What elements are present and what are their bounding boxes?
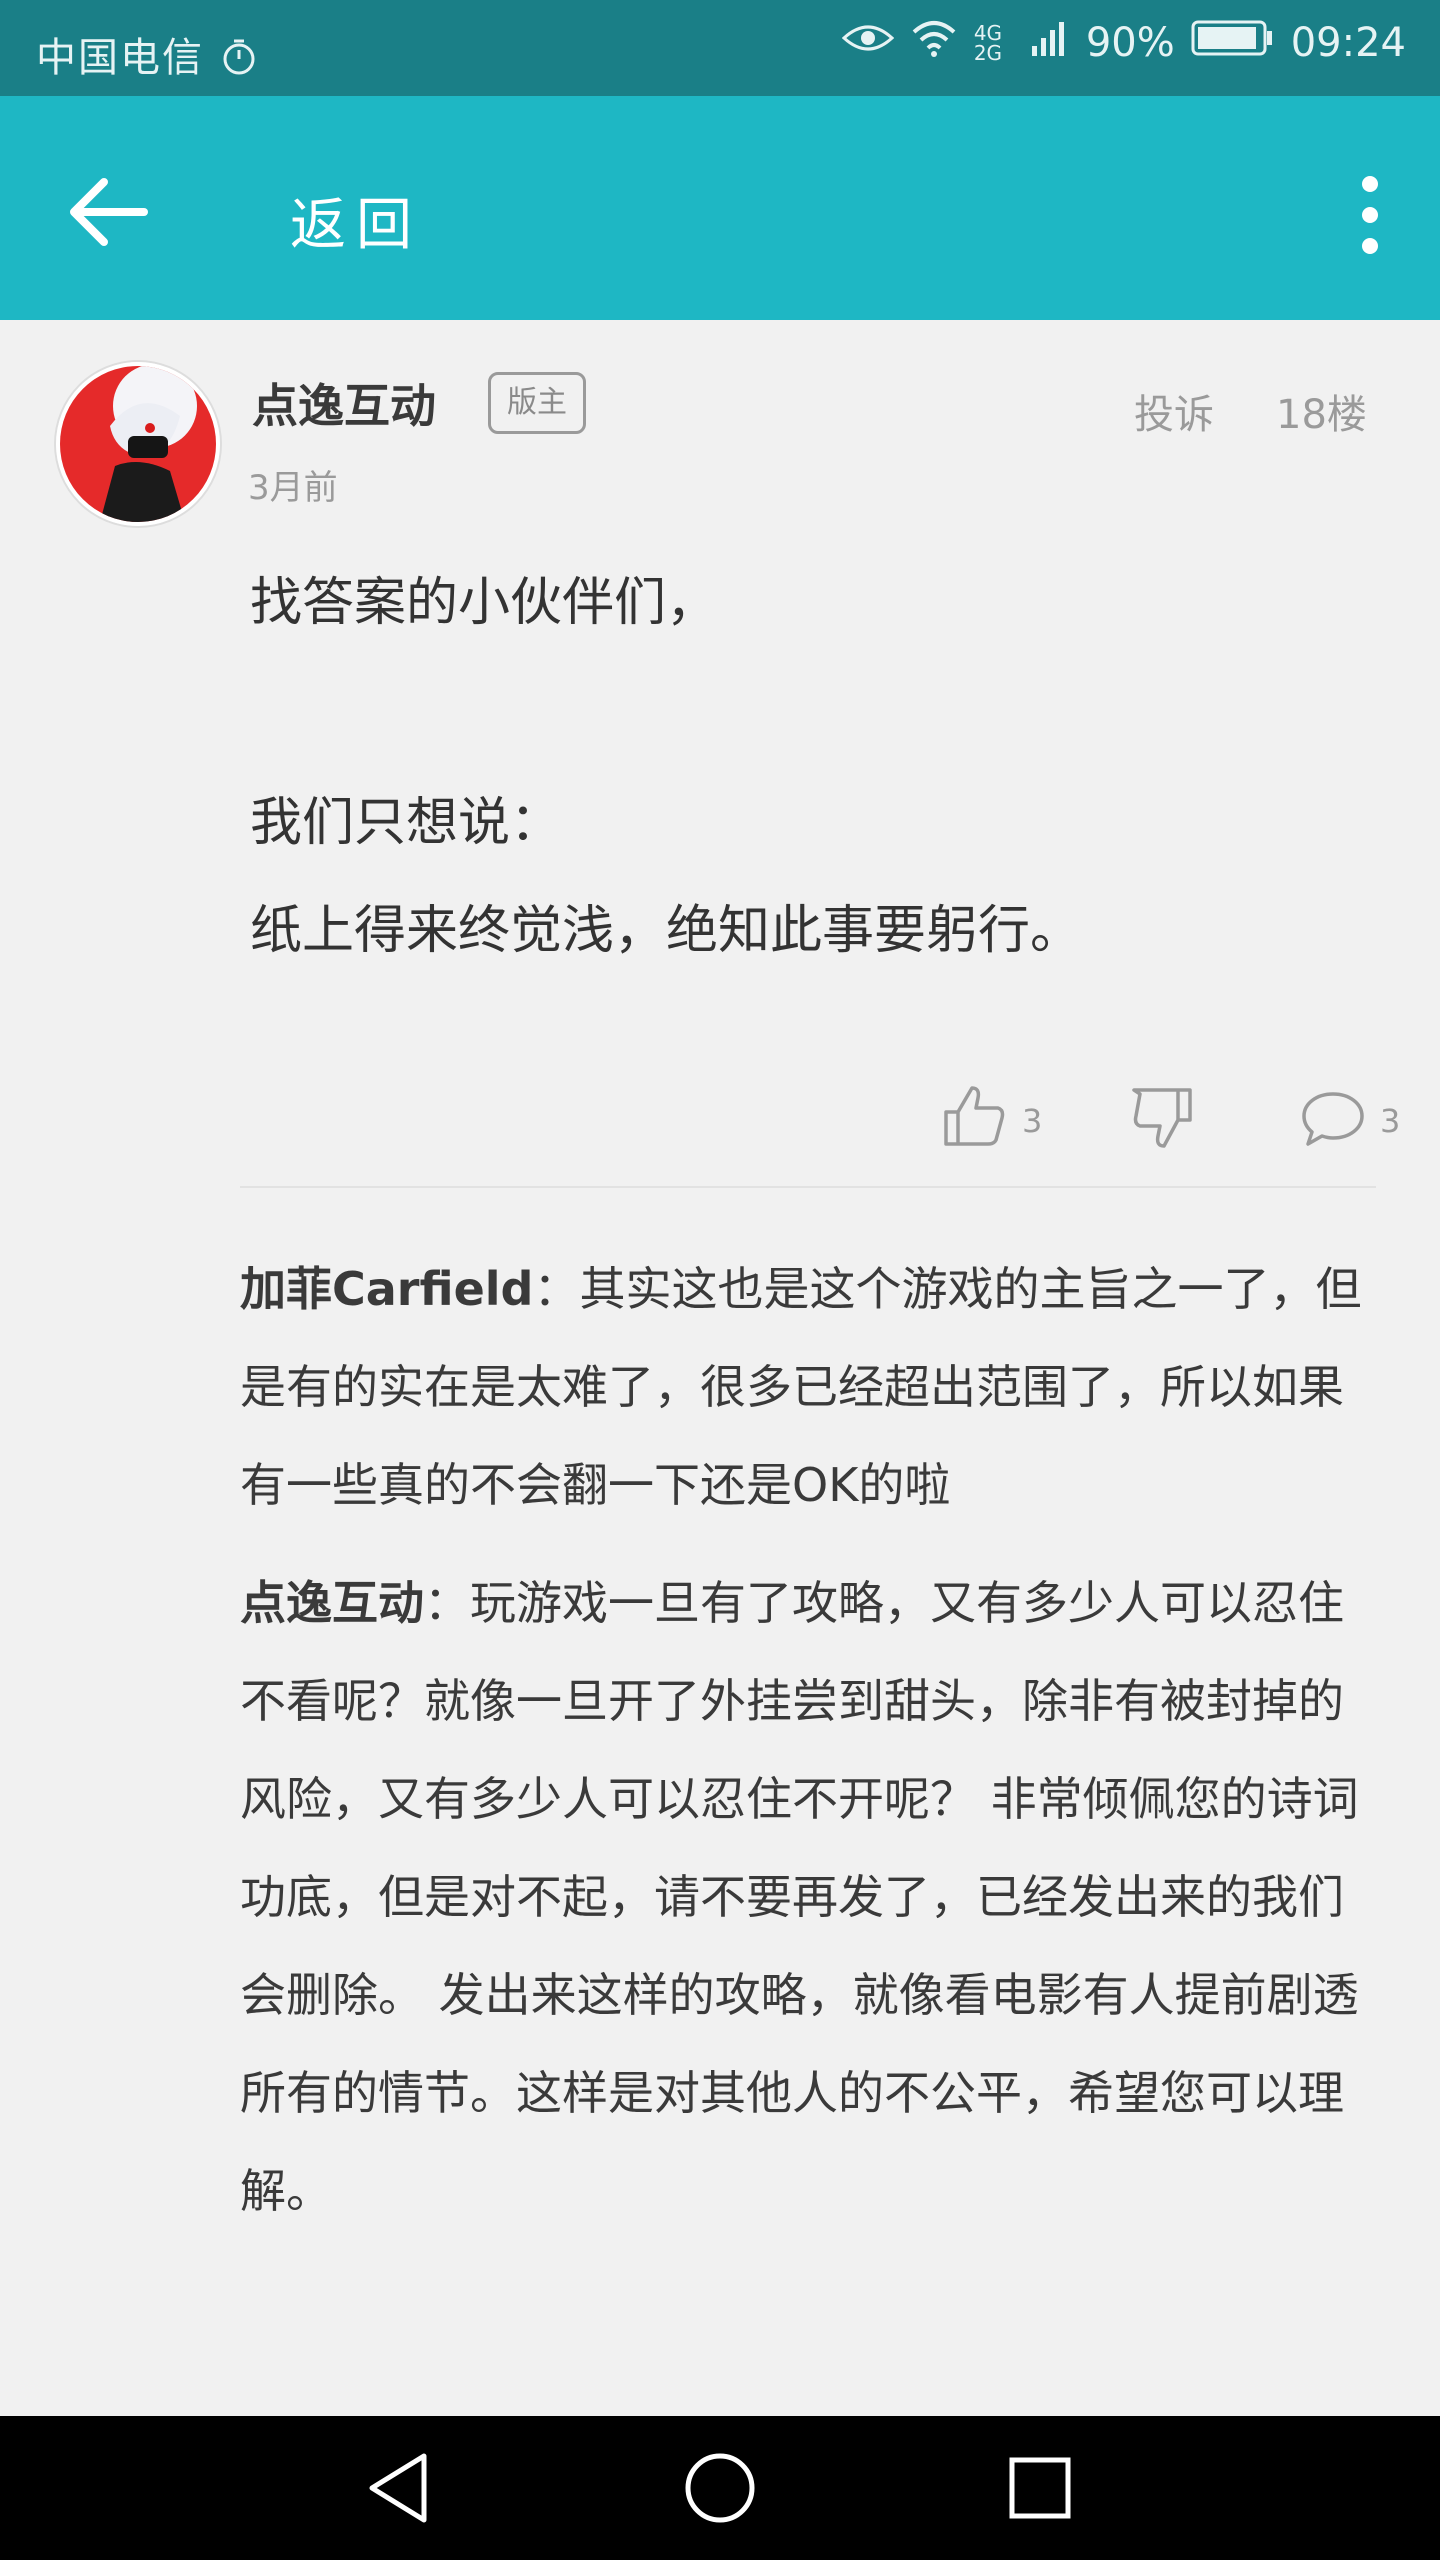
comment-bubble-icon: [1302, 1092, 1364, 1146]
report-link[interactable]: 投诉: [1134, 382, 1214, 440]
avatar-image: [60, 366, 216, 522]
comment-count: 3: [1380, 1102, 1401, 1140]
status-bar: 中国电信 4G 2G 90% 09:24: [0, 0, 1440, 96]
eye-icon: [841, 18, 895, 68]
divider: [240, 1186, 1376, 1188]
avatar[interactable]: [56, 362, 220, 526]
nav-home-button[interactable]: [678, 2446, 762, 2530]
thumbs-up-icon: [944, 1086, 1005, 1146]
carrier-name: 中国电信: [36, 35, 204, 81]
content-line: 纸上得来终觉浅，绝知此事要躬行。: [250, 901, 1083, 961]
thumbs-down-icon: [1132, 1088, 1192, 1148]
nav-back-button[interactable]: [358, 2446, 442, 2530]
post: 点逸互动 版主 3月前 投诉 18楼 找答案的小伙伴们， 我们只想说： 纸上得来…: [0, 320, 1440, 2416]
status-right: 4G 2G 90% 09:24: [841, 18, 1406, 68]
post-author[interactable]: 点逸互动: [252, 370, 436, 436]
network-type: 4G 2G: [973, 21, 1003, 65]
like-count: 3: [1022, 1102, 1043, 1140]
reply-list: 加菲Carfield：其实这也是这个游戏的主旨之一了，但是有的实在是太难了，很多…: [240, 1240, 1380, 2240]
arrow-left-icon: [70, 178, 148, 246]
nav-recents-button[interactable]: [998, 2446, 1082, 2530]
app-bar: 返回: [0, 96, 1440, 320]
triangle-back-icon: [369, 2453, 427, 2523]
status-carrier: 中国电信: [36, 25, 259, 83]
more-menu-button[interactable]: [1340, 170, 1400, 260]
signal-icon: [1030, 18, 1070, 68]
battery-percent: 90%: [1085, 20, 1175, 66]
timer-icon: [219, 35, 259, 81]
clock: 09:24: [1290, 20, 1406, 66]
reply-item: 加菲Carfield：其实这也是这个游戏的主旨之一了，但是有的实在是太难了，很多…: [240, 1262, 1362, 1512]
reply-author[interactable]: 点逸互动: [240, 1576, 424, 1630]
system-nav-bar: [0, 2416, 1440, 2560]
wifi-icon: [910, 18, 958, 68]
more-vertical-icon: [1362, 176, 1378, 254]
role-badge: 版主: [488, 372, 586, 434]
circle-home-icon: [685, 2453, 755, 2523]
dislike-button[interactable]: [1130, 1086, 1196, 1156]
reply-author[interactable]: 加菲Carfield: [240, 1262, 533, 1316]
page-title: 返回: [290, 193, 422, 258]
content-line: 我们只想说：: [250, 793, 563, 853]
like-button[interactable]: [942, 1082, 1008, 1152]
comment-button[interactable]: [1300, 1088, 1366, 1152]
post-actions: 3 3: [0, 1060, 1440, 1180]
battery-icon: [1191, 18, 1275, 68]
floor-number: 18楼: [1276, 392, 1367, 438]
reply-text: 玩游戏一旦有了攻略，又有多少人可以忍住不看呢？就像一旦开了外挂尝到甜头，除非有被…: [240, 1576, 1359, 2218]
content-line: 找答案的小伙伴们，: [250, 573, 719, 633]
square-recents-icon: [1009, 2457, 1071, 2519]
post-time: 3月前: [248, 468, 338, 508]
reply-item: 点逸互动：玩游戏一旦有了攻略，又有多少人可以忍住不看呢？就像一旦开了外挂尝到甜头…: [240, 1576, 1359, 2218]
back-button[interactable]: [62, 164, 158, 260]
